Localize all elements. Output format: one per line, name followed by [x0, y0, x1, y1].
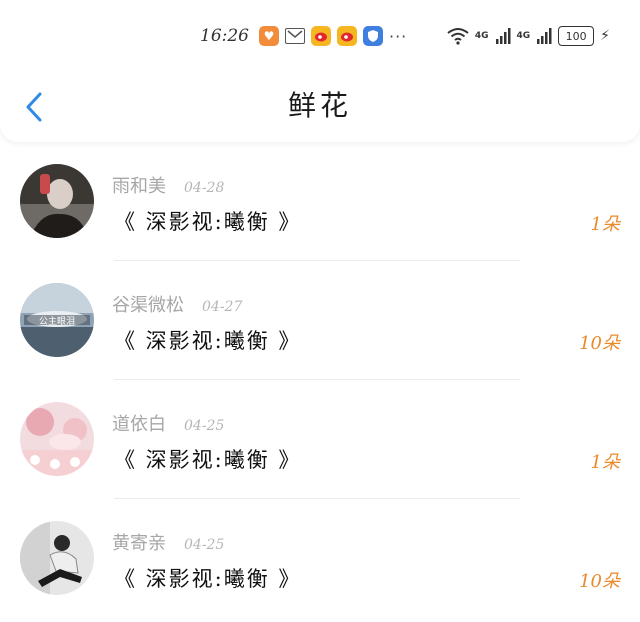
top-bar: 16:26 ♥ ··· 4G 4G 100 ⚡ 鲜花 [0, 0, 640, 142]
gift-target: 《 深影视:曦衡 》 [114, 329, 302, 353]
list-item[interactable]: 雨和美 04-28 《 深影视:曦衡 》 1朵 [0, 142, 640, 261]
signal-icon-2 [537, 28, 552, 44]
flower-count: 10朵 [579, 333, 620, 354]
weibo-icon-2 [337, 26, 357, 46]
wifi-icon [447, 28, 469, 45]
flower-count: 10朵 [579, 571, 620, 592]
flower-count: 1朵 [590, 214, 620, 235]
sender-name: 道依白 [112, 414, 166, 435]
name-line: 谷渠微松 04-27 [112, 291, 242, 317]
name-line: 雨和美 04-28 [112, 172, 224, 198]
signal-icon [495, 28, 510, 44]
gift-target: 《 深影视:曦衡 》 [114, 210, 302, 234]
svg-text:公主眼泪: 公主眼泪 [39, 315, 75, 327]
status-bar: 16:26 ♥ ··· 4G 4G 100 ⚡ [0, 18, 640, 54]
gift-target: 《 深影视:曦衡 》 [114, 448, 302, 472]
record-date: 04-28 [184, 180, 225, 196]
heart-app-icon: ♥ [259, 26, 279, 46]
shield-app-icon [363, 26, 383, 46]
list-item[interactable]: 黄寄亲 04-25 《 深影视:曦衡 》 10朵 [0, 499, 640, 618]
avatar[interactable] [20, 402, 94, 476]
flower-count: 1朵 [590, 452, 620, 473]
status-time: 16:26 [200, 26, 249, 46]
gift-target: 《 深影视:曦衡 》 [114, 567, 302, 591]
list-item[interactable]: 公主眼泪 谷渠微松 04-27 《 深影视:曦衡 》 10朵 [0, 261, 640, 380]
name-line: 黄寄亲 04-25 [112, 529, 224, 555]
avatar[interactable]: 公主眼泪 [20, 283, 94, 357]
sender-name: 谷渠微松 [112, 295, 184, 316]
page-title: 鲜花 [287, 89, 352, 122]
network-type-1: 4G [474, 31, 489, 41]
network-type-2: 4G [516, 31, 531, 41]
more-notifications-icon: ··· [389, 26, 408, 46]
list-item[interactable]: 道依白 04-25 《 深影视:曦衡 》 1朵 [0, 380, 640, 499]
battery-level: 100 [565, 29, 587, 43]
mail-icon [285, 28, 305, 44]
avatar[interactable] [20, 164, 94, 238]
status-left: 16:26 ♥ ··· [200, 18, 407, 54]
name-line: 道依白 04-25 [112, 410, 224, 436]
sender-name: 雨和美 [112, 176, 166, 197]
sender-name: 黄寄亲 [112, 533, 166, 554]
record-date: 04-25 [184, 537, 225, 553]
record-date: 04-25 [184, 418, 225, 434]
flower-record-list: 雨和美 04-28 《 深影视:曦衡 》 1朵 公主眼泪 谷渠微松 04-27 … [0, 142, 640, 618]
avatar[interactable] [20, 521, 94, 595]
record-date: 04-27 [202, 299, 243, 315]
battery-icon: 100 [558, 26, 595, 46]
charging-icon: ⚡ [600, 28, 610, 44]
status-right: 4G 4G 100 ⚡ [447, 18, 610, 54]
weibo-icon [311, 26, 331, 46]
